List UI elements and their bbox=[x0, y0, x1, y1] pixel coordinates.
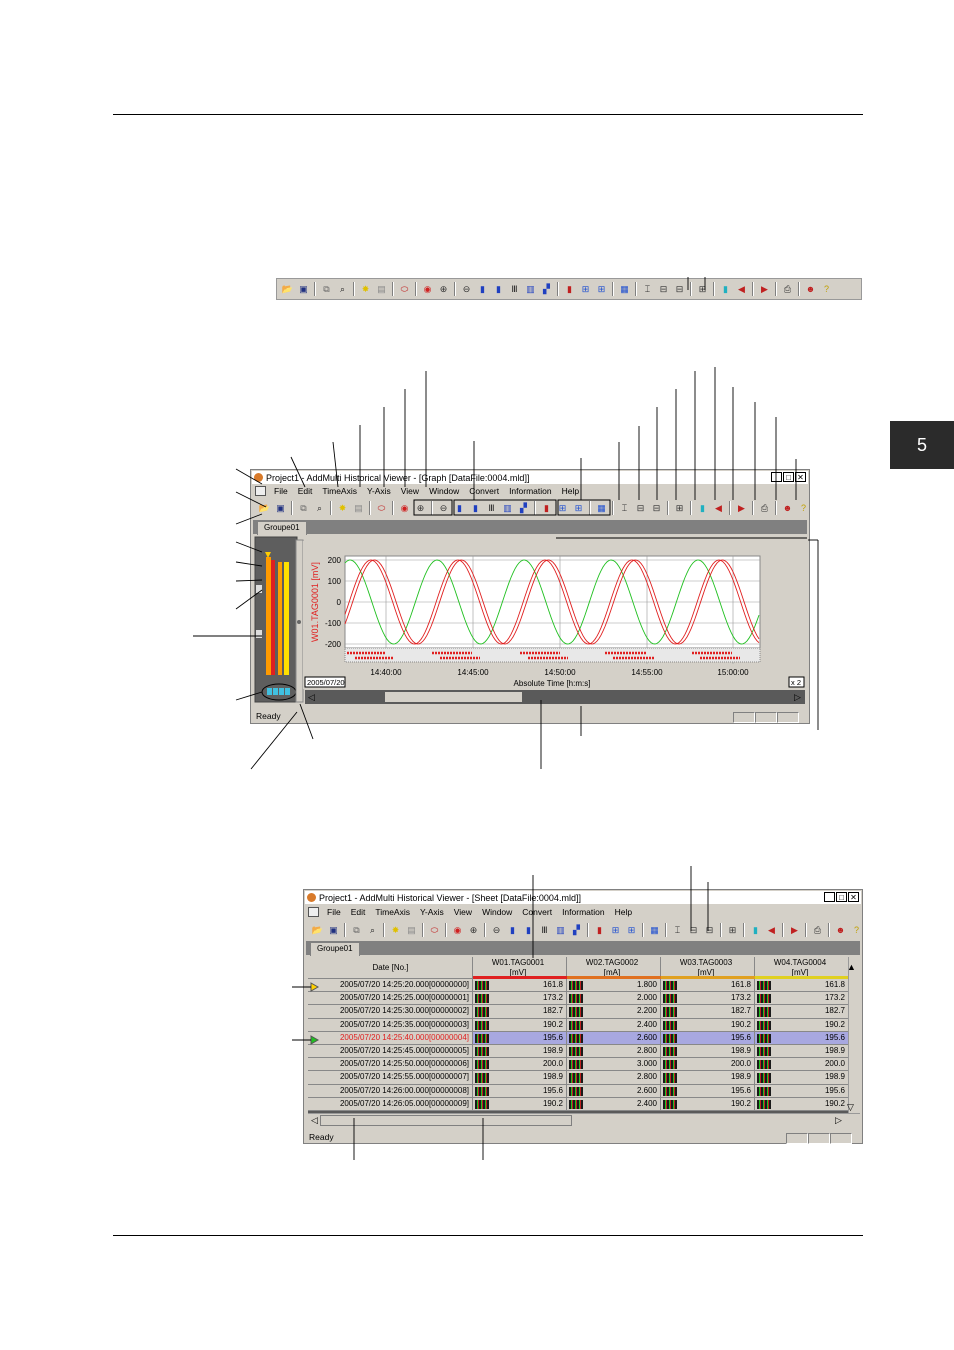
scroll-left-icon[interactable]: ◁ bbox=[311, 1115, 318, 1125]
x-tick-label: 15:00:00 bbox=[717, 668, 749, 677]
hscroll-thumb[interactable] bbox=[385, 692, 522, 702]
channel-select-button[interactable] bbox=[273, 688, 278, 695]
overlay-drawing: 200 100 0 -100 -200 14:40:00 14:45:00 14:50:00 1… bbox=[193, 277, 856, 1160]
grid-group-outline bbox=[557, 499, 611, 516]
y-tick-label: 200 bbox=[328, 556, 342, 565]
scroll-down-icon[interactable]: ▽ bbox=[847, 1102, 854, 1112]
channel-select-button[interactable] bbox=[279, 688, 284, 695]
bargraph-panel bbox=[254, 536, 298, 703]
y-tick-label: -200 bbox=[325, 640, 342, 649]
callout-line bbox=[235, 513, 263, 525]
zoom-box-text: x 2 bbox=[791, 678, 801, 687]
callout-line bbox=[290, 456, 306, 488]
x-tick-label: 14:40:00 bbox=[370, 668, 402, 677]
y-tick-label: -100 bbox=[325, 619, 342, 628]
callout-line bbox=[332, 441, 339, 488]
y-tick-label: 0 bbox=[337, 598, 342, 607]
scroll-right-icon[interactable]: ▷ bbox=[835, 1115, 842, 1125]
bargraph-marker bbox=[256, 630, 262, 638]
y-tick-label: 100 bbox=[328, 577, 342, 586]
x-tick-label: 14:45:00 bbox=[457, 668, 489, 677]
x-tick-label: 14:50:00 bbox=[544, 668, 576, 677]
bargraph-bar-2 bbox=[271, 560, 275, 675]
scroll-right-icon[interactable]: ▷ bbox=[794, 692, 801, 702]
y-axis-label: W01.TAG0001 [mV] bbox=[310, 562, 320, 642]
alarm-strip bbox=[344, 647, 761, 663]
scroll-up-icon[interactable]: ▲ bbox=[847, 962, 856, 972]
callout-line bbox=[250, 711, 298, 770]
cursor-row-marker-icon bbox=[310, 1035, 320, 1045]
first-row-marker-icon bbox=[310, 982, 320, 992]
callout-line bbox=[235, 491, 267, 508]
callout-line bbox=[299, 703, 314, 740]
date-box-text: 2005/07/20 bbox=[307, 678, 345, 687]
zoom-group-outline bbox=[413, 499, 453, 516]
x-axis-label: Absolute Time [h:m:s] bbox=[514, 679, 591, 688]
bargraph-bar-3 bbox=[278, 562, 282, 675]
splitter-grip-icon bbox=[297, 620, 301, 624]
callout-line bbox=[235, 468, 263, 485]
channel-select-button[interactable] bbox=[267, 688, 272, 695]
graph-hscroll[interactable] bbox=[305, 690, 805, 704]
scroll-left-icon[interactable]: ◁ bbox=[308, 692, 315, 702]
channel-select-button[interactable] bbox=[285, 688, 290, 695]
bargraph-bar-4 bbox=[284, 562, 289, 675]
x-tick-label: 14:55:00 bbox=[631, 668, 663, 677]
trend-group-outline bbox=[453, 499, 557, 516]
bargraph-bar-1 bbox=[266, 557, 271, 675]
